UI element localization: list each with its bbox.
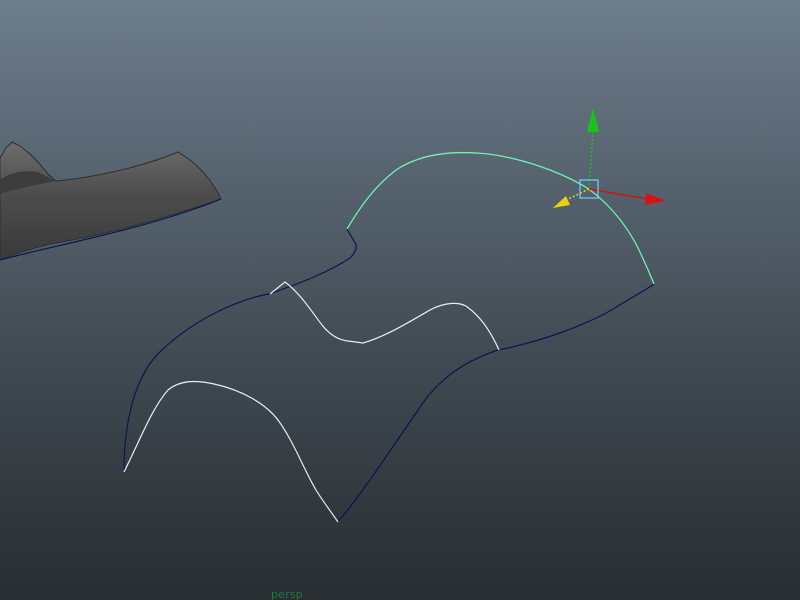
viewport-scene[interactable] — [0, 0, 800, 600]
move-manipulator[interactable] — [553, 108, 666, 208]
gizmo-y-axis-arrow-icon[interactable] — [587, 108, 599, 132]
boundary-curve[interactable] — [123, 228, 357, 471]
maya-perspective-viewport[interactable]: persp — [0, 0, 800, 600]
mesh-surface[interactable] — [0, 141, 222, 261]
boundary-curve-lower[interactable] — [337, 283, 655, 523]
upper-profile-curve[interactable] — [269, 281, 500, 351]
camera-name-label: persp — [271, 588, 303, 600]
nurbs-surface-partial[interactable] — [0, 141, 222, 261]
gizmo-x-axis-arrow-icon[interactable] — [645, 193, 666, 205]
gizmo-z-axis-arrow-icon[interactable] — [553, 196, 570, 208]
selected-curve[interactable] — [346, 151, 655, 285]
lower-profile-curve[interactable] — [123, 380, 339, 523]
